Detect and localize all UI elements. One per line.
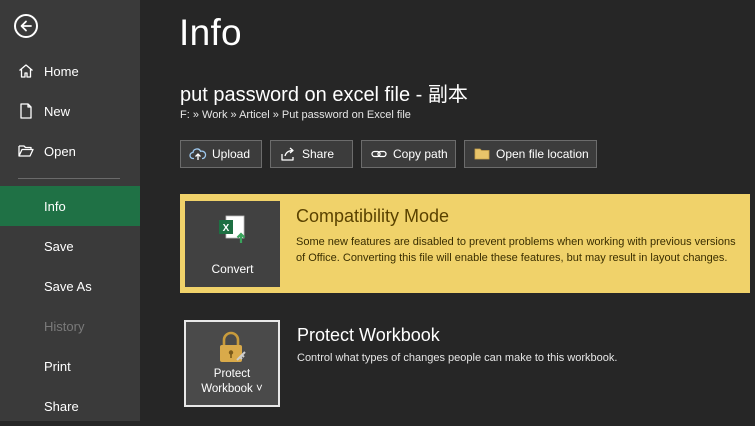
sidebar-item-label: Save As xyxy=(44,278,92,294)
compatibility-description: Some new features are disabled to preven… xyxy=(296,236,736,264)
sidebar-item-label: Open xyxy=(44,143,76,159)
sidebar-item-save[interactable]: Save xyxy=(0,226,140,266)
sidebar-item-label: Save xyxy=(44,238,74,254)
protect-label-line2: Workbook ˅ xyxy=(201,383,263,395)
back-arrow-icon xyxy=(20,20,32,32)
sidebar-item-label: New xyxy=(44,103,71,119)
page-title: Info xyxy=(179,12,242,53)
sidebar-item-label: Share xyxy=(44,398,79,414)
file-name: put password on excel file - 副本 xyxy=(180,84,468,106)
sidebar-item-history: History xyxy=(0,306,140,346)
sidebar-divider xyxy=(18,178,120,179)
open-location-label: Open file location xyxy=(496,147,589,161)
sidebar-item-label: Home xyxy=(44,63,79,79)
share-button[interactable]: Share xyxy=(270,140,353,168)
file-path-breadcrumb: F: » Work » Articel » Put password on Ex… xyxy=(180,109,411,121)
compatibility-title: Compatibility Mode xyxy=(296,206,450,226)
home-icon xyxy=(19,64,33,78)
new-document-icon xyxy=(20,103,32,119)
sidebar-item-label: History xyxy=(44,318,85,334)
sidebar-item-new[interactable]: New xyxy=(0,91,140,131)
copy-path-button[interactable]: Copy path xyxy=(361,140,456,168)
upload-label: Upload xyxy=(212,147,251,161)
sidebar-item-label: Print xyxy=(44,358,71,374)
sidebar-item-print[interactable]: Print xyxy=(0,346,140,386)
protect-workbook-button[interactable]: Protect Workbook ˅ xyxy=(184,320,280,407)
protect-workbook-label: Protect Workbook ˅ xyxy=(186,367,278,397)
folder-icon xyxy=(474,148,490,160)
copy-path-label: Copy path xyxy=(393,147,448,161)
share-label: Share xyxy=(302,147,335,161)
sidebar-item-info[interactable]: Info xyxy=(0,186,140,226)
compatibility-mode-panel: X Convert Compatibility Mode Some new fe… xyxy=(180,194,750,293)
protect-workbook-title: Protect Workbook xyxy=(297,325,440,345)
sidebar-item-save-as[interactable]: Save As xyxy=(0,266,140,306)
link-icon xyxy=(371,150,387,158)
upload-button[interactable]: Upload xyxy=(180,140,262,168)
lock-key-icon xyxy=(220,331,246,362)
sidebar-item-label: Info xyxy=(44,198,66,214)
back-button[interactable] xyxy=(14,14,38,38)
cloud-upload-icon xyxy=(189,148,207,160)
backstage-sidebar: Home New Open Info Save Save As History … xyxy=(0,0,140,421)
protect-label-line1: Protect xyxy=(213,368,251,380)
folder-open-icon xyxy=(18,145,34,157)
sidebar-item-share[interactable]: Share xyxy=(0,386,140,426)
open-file-location-button[interactable]: Open file location xyxy=(464,140,597,168)
excel-convert-icon: X xyxy=(219,215,246,243)
svg-text:X: X xyxy=(223,223,230,234)
convert-button[interactable]: X Convert xyxy=(185,201,280,287)
sidebar-item-home[interactable]: Home xyxy=(0,51,140,91)
share-icon xyxy=(281,147,294,161)
convert-label: Convert xyxy=(211,262,254,276)
sidebar-item-open[interactable]: Open xyxy=(0,131,140,171)
protect-workbook-description: Control what types of changes people can… xyxy=(297,352,618,364)
